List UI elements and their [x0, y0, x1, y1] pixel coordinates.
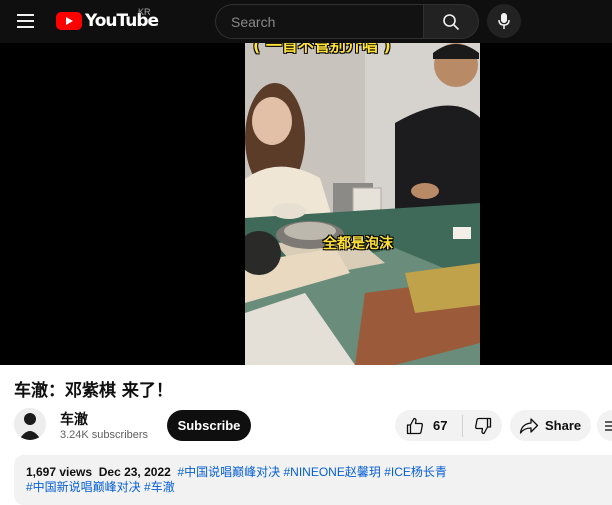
microphone-icon [498, 13, 510, 29]
hashtag-link[interactable]: #ICE杨长青 [384, 465, 447, 479]
like-dislike-group: 67 [395, 410, 502, 441]
hashtag-link[interactable]: #车澈 [144, 480, 175, 494]
thumbs-up-icon [406, 417, 423, 434]
channel-name[interactable]: 车澈 [60, 409, 88, 429]
description-line-1: 1,697 views Dec 23, 2022 #中国说唱巅峰对决 #NINE… [26, 465, 612, 480]
video-title: 车澈：邓紫棋 来了！ [14, 381, 173, 401]
hashtag-link[interactable]: #NINEONE赵馨玥 [284, 465, 381, 479]
search-button[interactable] [423, 4, 479, 39]
video-scene [245, 43, 480, 365]
thumbs-down-icon [474, 417, 491, 434]
search-icon [443, 13, 460, 30]
channel-avatar[interactable] [14, 408, 46, 440]
video-caption-top: ( 一首不管别介唱 ) [253, 43, 391, 55]
more-icon [605, 420, 612, 431]
avatar-image [14, 408, 46, 440]
video-caption-subtitle: 全都是泡沫 [323, 236, 393, 252]
hashtag-link[interactable]: #中国说唱巅峰对决 [177, 465, 280, 479]
share-label: Share [545, 418, 582, 433]
voice-search-button[interactable] [487, 4, 521, 38]
description-box[interactable]: 1,697 views Dec 23, 2022 #中国说唱巅峰对决 #NINE… [14, 455, 612, 505]
subscriber-count: 3.24K subscribers [60, 429, 149, 441]
search-placeholder: Search [231, 13, 276, 30]
like-button[interactable]: 67 [395, 410, 462, 441]
video-frame: ( 一首不管别介唱 ) 全都是泡沫 [245, 43, 480, 365]
video-player[interactable]: ( 一首不管别介唱 ) 全都是泡沫 [0, 43, 612, 365]
more-actions-button[interactable] [597, 410, 612, 441]
like-count: 67 [433, 418, 448, 433]
menu-icon[interactable] [10, 6, 40, 36]
share-icon [519, 417, 539, 434]
view-count: 1,697 views [26, 465, 93, 479]
upload-date: Dec 23, 2022 [98, 465, 171, 479]
youtube-play-icon [56, 12, 82, 30]
masthead: YouTube KR Search [0, 0, 612, 43]
subscribe-button[interactable]: Subscribe [167, 410, 251, 441]
hashtag-link[interactable]: #中国新说唱巅峰对决 [26, 480, 141, 494]
share-button[interactable]: Share [510, 410, 591, 441]
region-code: KR [138, 7, 151, 17]
search-input[interactable]: Search [215, 4, 424, 39]
dislike-button[interactable] [463, 410, 502, 441]
